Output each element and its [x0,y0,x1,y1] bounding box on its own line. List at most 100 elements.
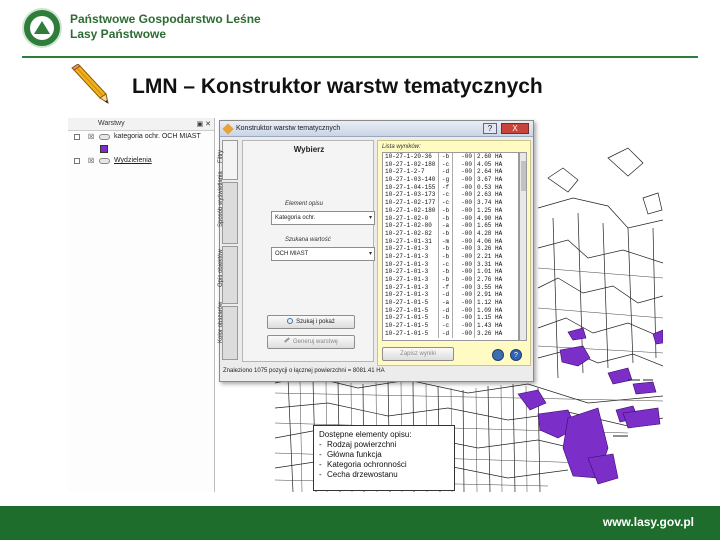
list-item[interactable]: 10-27-1-04-155 -f -00 0.53 HA [383,183,518,192]
layer-expand-toggle[interactable] [74,158,80,164]
list-cell: -b [438,229,452,238]
list-item[interactable]: 10-27-1-02-180 -c -00 4.05 HA [383,160,518,169]
list-item[interactable]: 10-27-1-20-36 -b -00 2.60 HA [383,153,518,161]
list-cell: -00 [452,222,474,230]
list-cell: 2.64 HA [474,168,514,177]
list-cell: 10-27-1-01-31 [385,237,432,245]
list-cell: -00 [452,299,474,307]
org-line-2: Lasy Państwowe [70,27,167,41]
list-item[interactable]: 10-27-1-01-5 -b -00 1.15 HA [383,314,518,323]
help-button[interactable]: ? [483,123,497,134]
layer-visibility-checkbox[interactable]: ☒ [88,156,94,168]
list-cell: -c [438,191,452,200]
list-item[interactable]: 10-27-1-01-3 -b -00 2.76 HA [383,276,518,284]
list-cell: 10-27-1-02-180 [385,206,436,214]
list-cell: -a [438,222,452,230]
list-cell: 10-27-1-01-5 [385,329,429,337]
tab-filtry[interactable]: Filtry [218,140,238,180]
list-item[interactable]: 10-27-1-01-3 -b -00 1.01 HA [383,268,518,276]
list-item[interactable]: 10-27-1-01-3 -f -00 3.55 HA [383,283,518,292]
layer-legend-row [68,143,214,155]
lasy-panstwowe-logo [22,8,62,48]
list-cell: -a [438,299,452,307]
dialog-title: Konstruktor warstw tematycznych [236,125,341,132]
layer-type-icon [99,134,110,140]
help-icon[interactable]: ? [510,349,522,361]
tab-kolor-obszarow[interactable]: Kolor obszarów [218,302,238,360]
layer-label: Wydzielenia [114,157,152,164]
list-cell: 4.28 HA [474,229,514,238]
list-cell: 3.55 HA [474,283,514,292]
tab-sposob-wyswietlania[interactable]: Sposób wyświetlania [218,171,238,244]
list-item[interactable]: 10-27-1-03-173 -c -00 2.63 HA [383,191,518,200]
list-item[interactable]: 10-27-1-01-5 -c -00 1.43 HA [383,322,518,330]
description-elements-box: Dostępne elementy opisu: Rodzaj powierzc… [313,425,455,491]
list-cell: 10-27-1-01-5 [385,299,429,307]
element-select[interactable]: Kategoria ochr. ▾ [271,211,375,225]
results-label: Lista wyników: [382,144,421,150]
list-item[interactable]: 10-27-1-02-82 -b -00 4.28 HA [383,229,518,238]
list-cell: 4.05 HA [474,160,514,169]
list-cell: 10-27-1-04-155 [385,183,436,191]
list-cell: -00 [452,291,474,300]
footer-bar: www.lasy.gov.pl [0,506,720,540]
value-select[interactable]: OCH MIAST ▾ [271,247,375,261]
list-item[interactable]: 10-27-1-02-0 -b -00 4.90 HA [383,214,518,223]
list-cell: -00 [452,252,474,261]
list-cell: -m [438,237,452,246]
list-cell: -c [438,322,452,330]
generate-layer-button[interactable]: Generuj warstwę [267,335,355,349]
header-divider [22,56,698,58]
list-item[interactable]: 10-27-1-01-3 -b -00 2.21 HA [383,252,518,261]
list-cell: -b [438,245,452,253]
list-cell: 10-27-1-01-3 [385,291,429,299]
list-item[interactable]: 10-27-1-01-5 -a -00 1.12 HA [383,299,518,307]
search-button[interactable]: Szukaj i pokaż [267,315,355,329]
list-cell: -b [438,314,452,323]
list-item[interactable]: 10-27-1-02-180 -b -00 1.25 HA [383,206,518,215]
list-cell: -00 [452,160,474,169]
infobox-item: Główna funkcja [319,450,449,460]
list-cell: -00 [452,153,474,161]
list-item[interactable]: 10-27-1-01-31 -m -00 4.06 HA [383,237,518,246]
list-item[interactable]: 10-27-1-02-177 -c -00 3.74 HA [383,199,518,207]
list-cell: 3.26 HA [474,329,514,338]
panel-float-close-buttons[interactable]: ▣ ✕ [197,120,211,128]
list-cell: 2.76 HA [474,276,514,284]
list-cell: -c [438,160,452,169]
results-list[interactable]: 10-27-1-20-36 -b -00 2.60 HA 10-27-1-02-180-… [382,152,519,341]
layer-item-wydzielenia[interactable]: ☒ Wydzielenia [68,155,214,167]
list-item[interactable]: 10-27-1-02-80 -a -00 1.65 HA [383,222,518,230]
list-cell: -b [438,214,452,223]
save-results-button[interactable]: Zapisz wyniki [382,347,454,361]
list-cell: 10-27-1-01-3 [385,268,429,276]
list-item[interactable]: 10-27-1-03-140 -g -00 3.67 HA [383,176,518,184]
layer-label: kategoria ochr. OCH MIAST [114,133,201,140]
close-button[interactable]: X [501,123,529,134]
layer-expand-toggle[interactable] [74,134,80,140]
layer-item-kategoria[interactable]: ☒ kategoria ochr. OCH MIAST [68,131,214,143]
list-item[interactable]: 10-27-1-01-5 -d -00 3.26 HA [383,329,518,338]
list-cell: 4.06 HA [474,237,514,246]
list-cell: -00 [452,199,474,207]
tab-opis-obiektow[interactable]: Opis obiektów [218,246,238,304]
settings-icon[interactable] [492,349,504,361]
layer-type-icon [99,158,110,164]
list-item[interactable]: 10-27-1-01-3 -d -00 2.91 HA [383,291,518,300]
list-cell: 10-27-1-2-7 [385,168,425,176]
list-item[interactable]: 10-27-1-01-3 -b -00 3.26 HA [383,245,518,253]
list-item[interactable]: 10-27-1-01-5 -d -00 1.09 HA [383,306,518,315]
infobox-item: Cecha drzewostanu [319,470,449,480]
layer-constructor-dialog: Konstruktor warstw tematycznych ? X Filt… [218,120,534,382]
list-cell: -b [438,252,452,261]
list-cell: -g [438,176,452,184]
list-cell: 10-27-1-20-36 [385,153,432,160]
footer-url[interactable]: www.lasy.gov.pl [603,515,694,529]
list-cell: 3.31 HA [474,260,514,269]
list-item[interactable]: 10-27-1-2-7 -d -00 2.64 HA [383,168,518,177]
layers-panel: Warstwy ▣ ✕ ☒ kategoria ochr. OCH MIAST … [68,118,215,492]
results-scrollbar[interactable] [519,152,527,341]
list-item[interactable]: 10-27-1-01-3 -c -00 3.31 HA [383,260,518,269]
pencil-icon [284,337,290,343]
chevron-down-icon: ▾ [368,251,372,257]
